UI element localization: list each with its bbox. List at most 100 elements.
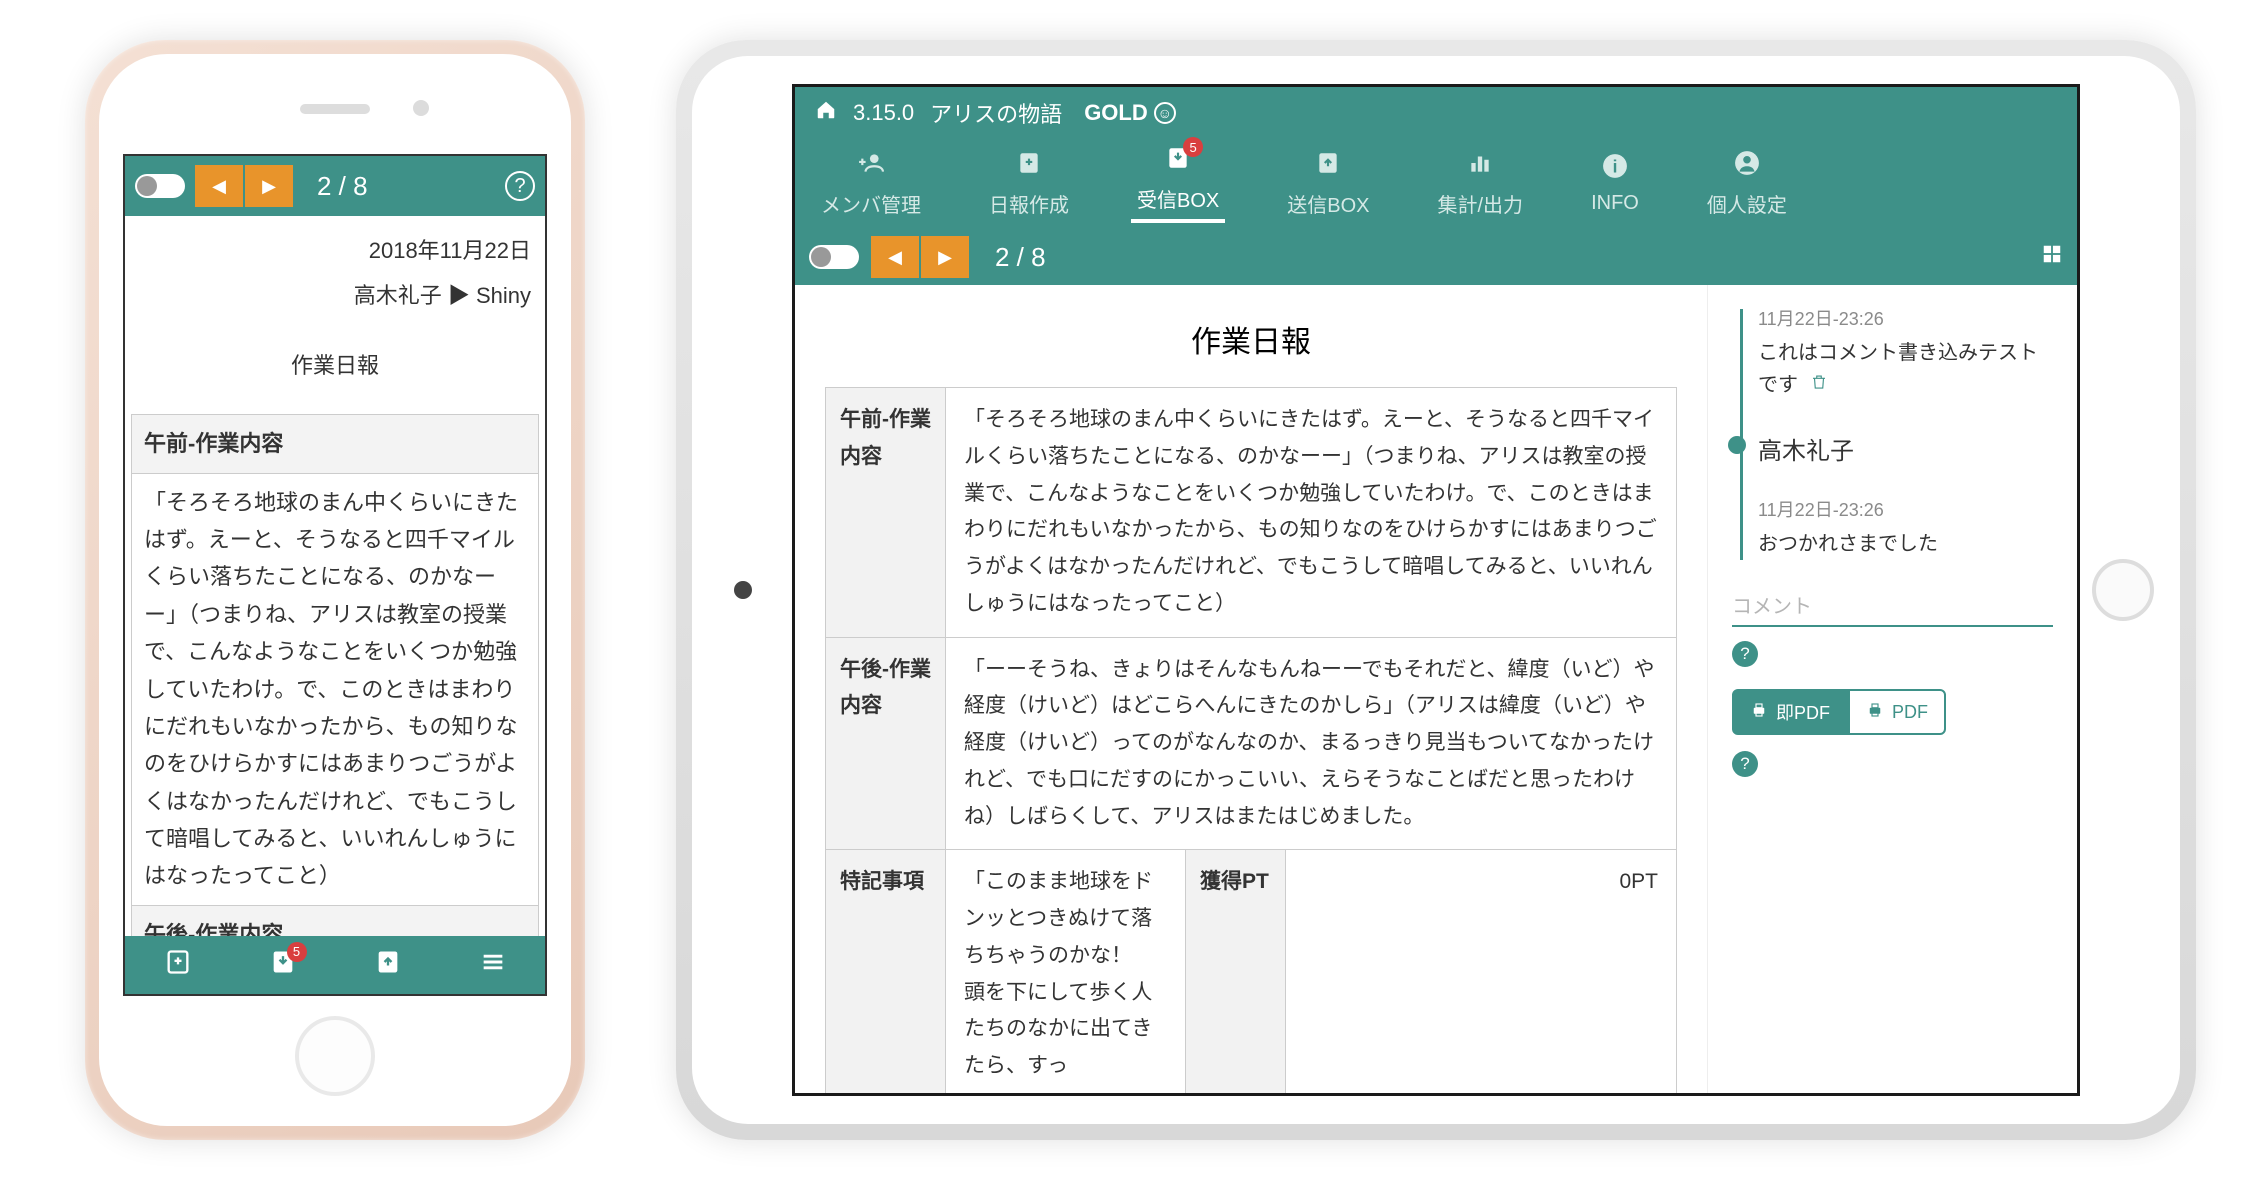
inbox-badge: 5 (1183, 137, 1203, 157)
trash-icon[interactable] (1810, 374, 1828, 396)
tab-inbox[interactable]: 5 受信BOX (1131, 145, 1225, 223)
comment-author-item: 高木礼子 (1758, 431, 2053, 466)
prev-button[interactable]: ◀ (871, 236, 919, 278)
pager-nav: ◀ ▶ (871, 236, 969, 278)
view-toggle[interactable] (809, 245, 859, 269)
tab-label: 受信BOX (1137, 184, 1219, 213)
pager-indicator: 2 / 8 (317, 171, 368, 202)
table-row: 午後-作業内容 「ーーそうね、きょりはそんなもんねーーでもそれだと、緯度（いど）… (826, 637, 1677, 850)
pdf-button[interactable]: PDF (1848, 689, 1946, 735)
phone-toolbar: ◀ ▶ 2 / 8 ? (125, 156, 545, 216)
help-icon[interactable]: ? (505, 171, 535, 201)
comment-input-label: コメント (1732, 590, 2053, 619)
help-icon[interactable]: ? (1732, 641, 1758, 667)
tab-members[interactable]: メンバ管理 (815, 150, 927, 218)
app-version: 3.15.0 (853, 100, 914, 126)
comment-input[interactable] (1732, 625, 2053, 627)
tablet-titlebar: 3.15.0 アリスの物語 GOLD ☺ (795, 87, 2077, 139)
tablet-tabs: メンバ管理 日報作成 5 受信BOX (795, 139, 2077, 229)
plan-badge: GOLD ☺ (1084, 100, 1176, 126)
tab-label: 集計/出力 (1438, 189, 1524, 218)
chevron-right-icon: ▶ (262, 176, 276, 197)
phone-bottom-nav: 5 (125, 936, 545, 994)
timeline-dot-icon (1728, 436, 1746, 454)
phone-body: 2018年11月22日 高木礼子 ▶ Shiny 作業日報 午前-作業内容 「そ… (125, 216, 545, 936)
comment-time: 11月22日-23:26 (1758, 305, 2053, 331)
pdf-buttons: 即PDF PDF (1732, 689, 2053, 735)
menu-icon[interactable] (479, 948, 507, 983)
view-toggle[interactable] (135, 174, 185, 198)
report-title: 作業日報 (131, 319, 539, 414)
comments-sidebar: 11月22日-23:26 これはコメント書き込みテストです (1707, 285, 2077, 1093)
section-heading: 午前-作業内容 (132, 415, 538, 473)
smile-icon: ☺ (1154, 102, 1176, 124)
compose-icon (1016, 150, 1042, 183)
home-icon[interactable] (815, 99, 837, 127)
inbox-icon: 5 (1165, 145, 1191, 178)
report-author-line: 高木礼子 ▶ Shiny (131, 273, 539, 318)
tablet-home-button[interactable] (2092, 559, 2154, 621)
row-body: 「ーーそうね、きょりはそんなもんねーーでもそれだと、緯度（いど）や経度（けいど）… (946, 637, 1677, 850)
help-icon[interactable]: ? (1732, 751, 1758, 777)
inbox-icon[interactable]: 5 (269, 948, 297, 983)
instant-pdf-button[interactable]: 即PDF (1732, 689, 1848, 735)
table-row: 午前-作業内容 「そろそろ地球のまん中くらいにきたはず。えーと、そうなると四千マ… (826, 388, 1677, 638)
tab-outbox[interactable]: 送信BOX (1281, 150, 1375, 218)
table-row: 特記事項 「このまま地球をドンッとつきぬけて落ちちゃうのかな！ 頭を下にして歩く… (826, 850, 1677, 1093)
tab-compose[interactable]: 日報作成 (983, 150, 1075, 218)
row-body: 「このまま地球をドンッとつきぬけて落ちちゃうのかな！ 頭を下にして歩く人たちのな… (946, 850, 1186, 1093)
report-author: 高木礼子 (354, 283, 442, 308)
report-date: 2018年11月22日 (131, 228, 539, 273)
tablet-camera (734, 581, 752, 599)
row-label: 獲得PT (1186, 850, 1286, 1093)
report-recipient: Shiny (476, 283, 531, 308)
print-icon (1866, 701, 1884, 724)
section-heading: 午後-作業内容 (132, 906, 538, 936)
tab-label: INFO (1591, 192, 1639, 215)
svg-text:i: i (1613, 157, 1618, 177)
button-label: 即PDF (1776, 699, 1830, 725)
tab-settings[interactable]: 個人設定 (1701, 150, 1793, 218)
report-title: 作業日報 (825, 305, 1677, 387)
row-body: 「そろそろ地球のまん中くらいにきたはず。えーと、そうなると四千マイルくらい落ちた… (946, 388, 1677, 638)
phone-screen: ◀ ▶ 2 / 8 ? 2018年11月22日 高木礼子 ▶ Shiny 作業日… (123, 154, 547, 996)
row-label: 午前-作業内容 (826, 388, 946, 638)
outbox-icon[interactable] (374, 948, 402, 983)
compose-icon[interactable] (164, 948, 192, 983)
phone-camera (413, 100, 429, 116)
info-icon: i (1602, 153, 1628, 186)
tablet-bezel: 3.15.0 アリスの物語 GOLD ☺ メンバ管理 (692, 56, 2180, 1124)
tablet-body: 作業日報 午前-作業内容 「そろそろ地球のまん中くらいにきたはず。えーと、そうな… (795, 285, 2077, 1093)
next-button[interactable]: ▶ (921, 236, 969, 278)
chevron-left-icon: ◀ (212, 176, 226, 197)
app-title: アリスの物語 (930, 97, 1062, 129)
bar-chart-icon (1467, 150, 1493, 183)
comment-author-name: 高木礼子 (1758, 438, 1854, 465)
inbox-badge: 5 (287, 942, 307, 962)
tab-stats[interactable]: 集計/出力 (1432, 150, 1530, 218)
phone-device: ◀ ▶ 2 / 8 ? 2018年11月22日 高木礼子 ▶ Shiny 作業日… (85, 40, 585, 1140)
comment-item: 11月22日-23:26 これはコメント書き込みテストです (1758, 305, 2053, 401)
prev-button[interactable]: ◀ (195, 165, 243, 207)
tab-label: 日報作成 (989, 189, 1069, 218)
report-main: 作業日報 午前-作業内容 「そろそろ地球のまん中くらいにきたはず。えーと、そうな… (795, 285, 1707, 1093)
report-section: 午前-作業内容 「そろそろ地球のまん中くらいにきたはず。えーと、そうなると四千マ… (131, 414, 539, 906)
phone-home-button[interactable] (295, 1016, 375, 1096)
comment-author: 高木礼子 (1758, 431, 2053, 466)
comment-item: 11月22日-23:26 おつかれさまでした (1758, 496, 2053, 560)
row-label: 午後-作業内容 (826, 637, 946, 850)
tablet-sub-toolbar: ◀ ▶ 2 / 8 (795, 229, 2077, 285)
row-label: 特記事項 (826, 850, 946, 1093)
tablet-device: 3.15.0 アリスの物語 GOLD ☺ メンバ管理 (676, 40, 2196, 1140)
tab-info[interactable]: i INFO (1585, 153, 1645, 215)
plan-label: GOLD (1084, 100, 1148, 126)
tablet-screen: 3.15.0 アリスの物語 GOLD ☺ メンバ管理 (792, 84, 2080, 1096)
tab-label: 送信BOX (1287, 189, 1369, 218)
tab-label: メンバ管理 (821, 189, 921, 218)
report-section: 午後-作業内容 「ーーそうね、きょりはそんなもんねーーでもそれだと、緯度（いど）… (131, 906, 539, 936)
button-label: PDF (1892, 702, 1928, 723)
phone-speaker (300, 104, 370, 114)
next-button[interactable]: ▶ (245, 165, 293, 207)
comment-text: おつかれさまでした (1758, 528, 2053, 560)
grid-view-icon[interactable] (2041, 243, 2063, 271)
